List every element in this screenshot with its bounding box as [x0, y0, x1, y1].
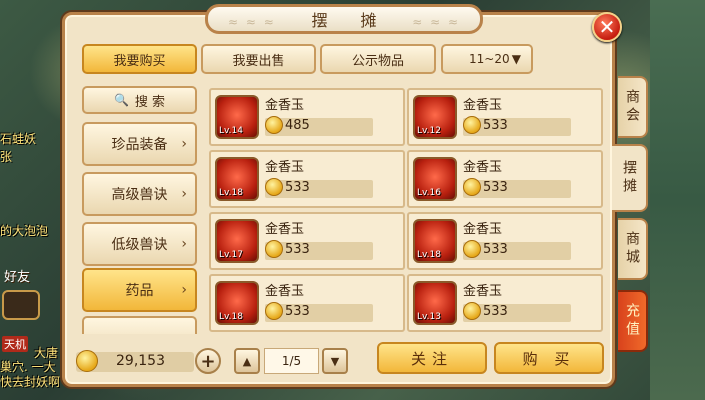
item-card[interactable]: Lv.12 金香玉 533: [407, 88, 603, 146]
coin-icon: [463, 116, 481, 134]
side-tab-recharge[interactable]: 充值: [618, 290, 648, 352]
jin-xiang-yu-icon: Lv.14: [215, 95, 259, 139]
item-level: Lv.18: [417, 250, 441, 260]
right-hud-background: [650, 0, 705, 400]
page-indicator: 1/5: [264, 348, 319, 374]
tab-public-items[interactable]: 公示物品: [320, 44, 436, 74]
item-name: 金香玉: [265, 160, 305, 175]
item-price: 485: [285, 118, 310, 133]
item-price: 533: [483, 242, 508, 257]
money-amount: 29,153: [116, 353, 165, 369]
buy-button[interactable]: 购 买: [494, 342, 604, 374]
item-name: 金香玉: [265, 222, 305, 237]
jin-xiang-yu-icon: Lv.16: [413, 157, 457, 201]
item-grid: Lv.14 金香玉 485 Lv.12 金香玉 533 Lv.18 金香玉 53…: [207, 86, 604, 334]
search-button[interactable]: 🔍 搜 索: [82, 86, 197, 114]
search-icon: 🔍: [113, 93, 129, 107]
close-icon[interactable]: ✕: [592, 12, 622, 42]
category-label: 低级兽诀: [111, 237, 168, 253]
item-name: 金香玉: [265, 284, 305, 299]
item-name: 金香玉: [265, 98, 305, 113]
chat-line: 张: [0, 150, 13, 164]
friends-button[interactable]: 好友: [4, 266, 44, 288]
item-level: Lv.16: [417, 188, 441, 198]
item-level: Lv.17: [219, 250, 243, 260]
follow-button[interactable]: 关注: [377, 342, 487, 374]
item-card[interactable]: Lv.13 金香玉 533: [407, 274, 603, 332]
coin-icon: [76, 350, 98, 372]
item-price: 533: [285, 180, 310, 195]
chevron-right-icon: ›: [181, 282, 187, 298]
coin-icon: [265, 240, 283, 258]
side-tab-guild[interactable]: 商会: [618, 76, 648, 138]
title-plate: ≈ ≈ ≈ 摆 摊 ≈ ≈ ≈: [205, 4, 483, 34]
coin-icon: [265, 302, 283, 320]
jin-xiang-yu-icon: Lv.18: [413, 219, 457, 263]
title-ornament-left: ≈ ≈ ≈: [228, 15, 276, 29]
item-card[interactable]: Lv.17 金香玉 533: [209, 212, 405, 270]
tab-sell[interactable]: 我要出售: [201, 44, 316, 74]
coin-icon: [265, 178, 283, 196]
item-price: 533: [285, 242, 310, 257]
hud-icon-button[interactable]: [2, 290, 40, 320]
item-price: 533: [483, 304, 508, 319]
jin-xiang-yu-icon: Lv.17: [215, 219, 259, 263]
prev-page-button[interactable]: ▲: [234, 348, 260, 374]
chat-line: 的大泡泡: [0, 224, 49, 238]
item-name: 金香玉: [463, 284, 503, 299]
side-tab-stall[interactable]: 摆摊: [612, 144, 648, 212]
item-name: 金香玉: [463, 160, 503, 175]
chat-line: 石蛙妖: [0, 132, 37, 146]
title-ornament-right: ≈ ≈ ≈: [412, 15, 460, 29]
item-card[interactable]: Lv.18 金香玉 533: [407, 212, 603, 270]
item-level: Lv.14: [219, 126, 243, 136]
coin-icon: [463, 302, 481, 320]
quest-tag: 天机: [2, 336, 28, 352]
item-card[interactable]: Lv.18 金香玉 533: [209, 150, 405, 208]
jin-xiang-yu-icon: Lv.12: [413, 95, 457, 139]
category-label: 珍品装备: [111, 137, 168, 153]
category-label: 高级兽诀: [111, 187, 168, 203]
item-card[interactable]: Lv.16 金香玉 533: [407, 150, 603, 208]
jin-xiang-yu-icon: Lv.18: [215, 157, 259, 201]
item-price: 533: [483, 180, 508, 195]
left-hud: 石蛙妖 张 的大泡泡 好友 天机 大唐 巢穴. 一大 快去封妖啊: [0, 0, 60, 400]
chevron-right-icon: ›: [181, 186, 187, 202]
item-price: 533: [483, 118, 508, 133]
chevron-right-icon: ›: [181, 136, 187, 152]
chevron-down-icon: ▼: [511, 52, 521, 66]
chevron-right-icon: ›: [181, 236, 187, 252]
window-title: 摆 摊: [311, 11, 391, 30]
category-basic-pet-skills[interactable]: 低级兽诀 ›: [82, 222, 197, 266]
next-page-button[interactable]: ▼: [322, 348, 348, 374]
level-range-select[interactable]: 11~20 ▼: [441, 44, 533, 74]
item-level: Lv.18: [219, 188, 243, 198]
item-name: 金香玉: [463, 98, 503, 113]
item-price: 533: [285, 304, 310, 319]
chat-line: 快去封妖啊: [0, 375, 61, 389]
level-range-value: 11~20: [469, 52, 510, 66]
coin-icon: [463, 178, 481, 196]
category-advanced-pet-skills[interactable]: 高级兽诀 ›: [82, 172, 197, 216]
item-name: 金香玉: [463, 222, 503, 237]
search-label: 搜 索: [134, 94, 166, 110]
item-level: Lv.12: [417, 126, 441, 136]
item-level: Lv.18: [219, 312, 243, 322]
coin-icon: [463, 240, 481, 258]
category-label: 药品: [125, 283, 154, 299]
item-card[interactable]: Lv.18 金香玉 533: [209, 274, 405, 332]
tab-buy[interactable]: 我要购买: [82, 44, 197, 74]
item-card[interactable]: Lv.14 金香玉 485: [209, 88, 405, 146]
category-list: 🔍 搜 索 珍品装备 › 高级兽诀 › 低级兽诀 › 药品 ›: [82, 86, 199, 334]
coin-icon: [265, 116, 283, 134]
jin-xiang-yu-icon: Lv.18: [215, 281, 259, 325]
category-medicine[interactable]: 药品 ›: [82, 268, 197, 312]
jin-xiang-yu-icon: Lv.13: [413, 281, 457, 325]
category-next-partial[interactable]: [82, 316, 197, 334]
add-money-button[interactable]: +: [195, 348, 221, 374]
side-tab-mall[interactable]: 商城: [618, 218, 648, 280]
item-level: Lv.13: [417, 312, 441, 322]
category-rare-equipment[interactable]: 珍品装备 ›: [82, 122, 197, 166]
